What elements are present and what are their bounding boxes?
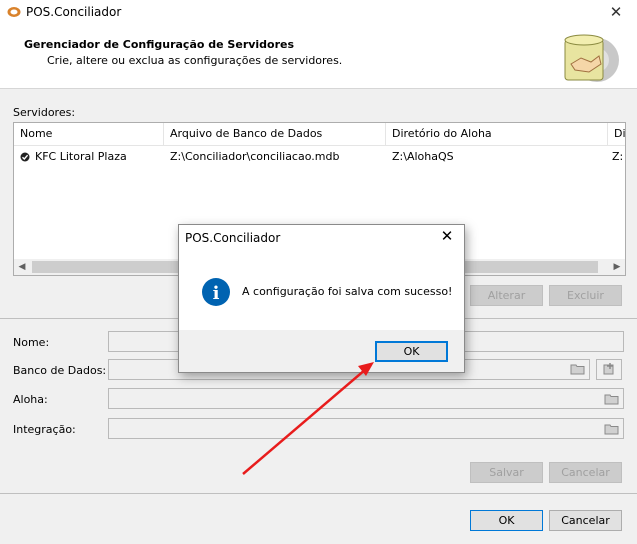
banco-action-button[interactable]	[596, 359, 622, 380]
header-panel: Gerenciador de Configuração de Servidore…	[0, 24, 637, 89]
list-header: Nome Arquivo de Banco de Dados Diretório…	[14, 123, 625, 146]
folder-open-icon[interactable]	[604, 392, 620, 406]
integracao-label: Integração:	[13, 423, 76, 436]
check-icon	[20, 152, 30, 162]
header-subtitle: Crie, altere ou exclua as configurações …	[47, 54, 343, 67]
gear-handshake-logo-icon	[564, 34, 619, 82]
app-icon	[7, 7, 21, 17]
column-di[interactable]: Di	[608, 123, 625, 145]
scroll-left-icon[interactable]: ◀	[14, 259, 30, 275]
column-nome[interactable]: Nome	[14, 123, 164, 145]
column-arquivo[interactable]: Arquivo de Banco de Dados	[164, 123, 386, 145]
scroll-right-icon[interactable]: ▶	[609, 259, 625, 275]
salvar-button[interactable]: Salvar	[470, 462, 543, 483]
column-diretorio[interactable]: Diretório do Aloha	[386, 123, 608, 145]
nome-label: Nome:	[13, 336, 50, 349]
excluir-button[interactable]: Excluir	[549, 285, 622, 306]
table-row[interactable]: KFC Litoral Plaza Z:\Conciliador\concili…	[14, 147, 625, 167]
folder-open-icon[interactable]	[570, 362, 586, 376]
dialog-title: POS.Conciliador	[185, 231, 281, 245]
window-close-button[interactable]: ✕	[606, 3, 626, 21]
dialog-footer: OK	[179, 330, 464, 372]
separator	[0, 493, 637, 494]
folder-open-icon[interactable]	[604, 422, 620, 436]
alterar-button[interactable]: Alterar	[470, 285, 543, 306]
message-dialog: POS.Conciliador ✕ i A configuração foi s…	[178, 224, 465, 373]
integracao-field[interactable]	[108, 418, 624, 439]
dialog-message: A configuração foi salva com sucesso!	[242, 285, 453, 298]
window-title: POS.Conciliador	[26, 5, 122, 19]
cell-nome: KFC Litoral Plaza	[35, 150, 127, 163]
form-cancelar-button[interactable]: Cancelar	[549, 462, 622, 483]
dialog-close-button[interactable]: ✕	[437, 227, 457, 247]
database-add-icon	[603, 363, 614, 375]
cell-diretorio: Z:\AlohaQS	[392, 150, 454, 163]
dialog-ok-button[interactable]: OK	[375, 341, 448, 362]
cancelar-button[interactable]: Cancelar	[549, 510, 622, 531]
info-icon-glyph: i	[213, 283, 220, 304]
cell-arquivo: Z:\Conciliador\conciliacao.mdb	[170, 150, 340, 163]
title-bar: POS.Conciliador ✕	[0, 0, 637, 24]
header-title: Gerenciador de Configuração de Servidore…	[24, 38, 295, 51]
ok-button[interactable]: OK	[470, 510, 543, 531]
cell-extra: Z:	[612, 150, 624, 163]
aloha-label: Aloha:	[13, 393, 48, 406]
banco-label: Banco de Dados:	[13, 364, 107, 377]
aloha-field[interactable]	[108, 388, 624, 409]
servers-label: Servidores:	[13, 106, 76, 119]
info-icon: i	[202, 278, 230, 306]
